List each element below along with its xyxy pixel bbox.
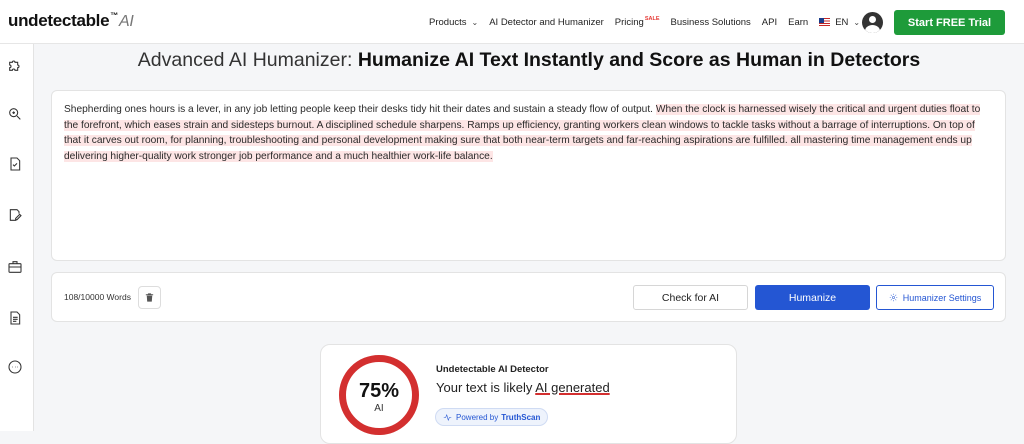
powered-by-brand: TruthScan (501, 412, 541, 422)
editor-plain-text: Shepherding ones hours is a lever, in an… (64, 104, 653, 115)
us-flag-icon (819, 18, 831, 26)
logo-suffix: AI (118, 13, 134, 30)
search-zoom-icon[interactable] (6, 105, 24, 123)
detector-result: Your text is likely AI generated (436, 380, 610, 395)
user-avatar-icon[interactable] (862, 12, 883, 33)
humanize-button[interactable]: Humanize (755, 285, 870, 310)
word-count: 108/10000 Words (64, 292, 131, 302)
logo-text: undetectable (8, 11, 110, 30)
chevron-down-icon: ⌄ (853, 17, 861, 27)
detector-verdict: AI generated (535, 380, 610, 395)
detector-title: Undetectable AI Detector (436, 364, 549, 375)
nav-business-solutions[interactable]: Business Solutions (671, 17, 751, 28)
language-selector[interactable]: EN ⌄ (819, 17, 860, 28)
nav-pricing[interactable]: Pricing SALE (614, 16, 660, 28)
top-navigation: undetectable ™ AI Products ⌄ AI Detector a… (0, 0, 1024, 44)
nav-api[interactable]: API (762, 17, 777, 28)
ai-score-label: AI (374, 403, 384, 414)
brand-logo[interactable]: undetectable ™ AI (8, 11, 134, 31)
trash-icon (145, 293, 154, 302)
document-check-icon[interactable] (6, 155, 24, 173)
more-circle-icon[interactable] (6, 358, 24, 376)
nav-ai-detector-label: AI Detector and Humanizer (489, 16, 604, 28)
detector-result-prefix: Your text is likely (436, 380, 536, 395)
document-text-icon[interactable] (6, 309, 24, 327)
text-editor[interactable]: Shepherding ones hours is a lever, in an… (51, 90, 1006, 261)
start-free-trial-button[interactable]: Start FREE Trial (894, 10, 1005, 35)
editor-text[interactable]: Shepherding ones hours is a lever, in an… (64, 102, 993, 164)
chevron-down-icon: ⌄ (471, 17, 479, 27)
gear-icon (889, 293, 897, 302)
page-title-bold: Humanize AI Text Instantly and Score as … (357, 49, 921, 71)
ai-score-gauge: 75% AI (339, 355, 419, 435)
sale-badge: SALE (644, 16, 660, 22)
nav-business-label: Business Solutions (670, 16, 751, 28)
nav-earn-label: Earn (788, 16, 809, 28)
nav-api-label: API (761, 16, 778, 28)
nav-products[interactable]: Products ⌄ (429, 17, 478, 28)
nav-earn[interactable]: Earn (788, 17, 808, 28)
ai-score-value: 75% (358, 380, 400, 402)
puzzle-icon[interactable] (6, 56, 24, 74)
nav-pricing-label: Pricing (614, 16, 644, 28)
briefcase-icon[interactable] (6, 258, 24, 276)
detector-result-card: 75% AI Undetectable AI Detector Your tex… (320, 344, 737, 444)
nav-products-label: Products (429, 16, 467, 28)
check-for-ai-button[interactable]: Check for AI (633, 285, 748, 310)
language-label: EN (835, 16, 849, 28)
sidebar (0, 44, 34, 431)
action-bar: 108/10000 Words Check for AI Humanize Hu… (51, 272, 1006, 322)
pulse-icon (443, 413, 452, 421)
edit-document-icon[interactable] (6, 206, 24, 224)
powered-by-prefix: Powered by (456, 412, 499, 422)
humanizer-settings-button[interactable]: Humanizer Settings (876, 285, 994, 310)
page-title-prefix: Advanced AI Humanizer: (137, 49, 353, 71)
clear-text-button[interactable] (138, 286, 161, 309)
nav-ai-detector[interactable]: AI Detector and Humanizer (489, 17, 604, 28)
page-title: Advanced AI Humanizer: Humanize AI Text … (34, 49, 1024, 72)
logo-trademark: ™ (110, 11, 118, 20)
main-menu: Products ⌄ AI Detector and Humanizer Pri… (429, 0, 871, 44)
powered-by-badge[interactable]: Powered by TruthScan (435, 408, 549, 426)
humanizer-settings-label: Humanizer Settings (902, 292, 982, 303)
